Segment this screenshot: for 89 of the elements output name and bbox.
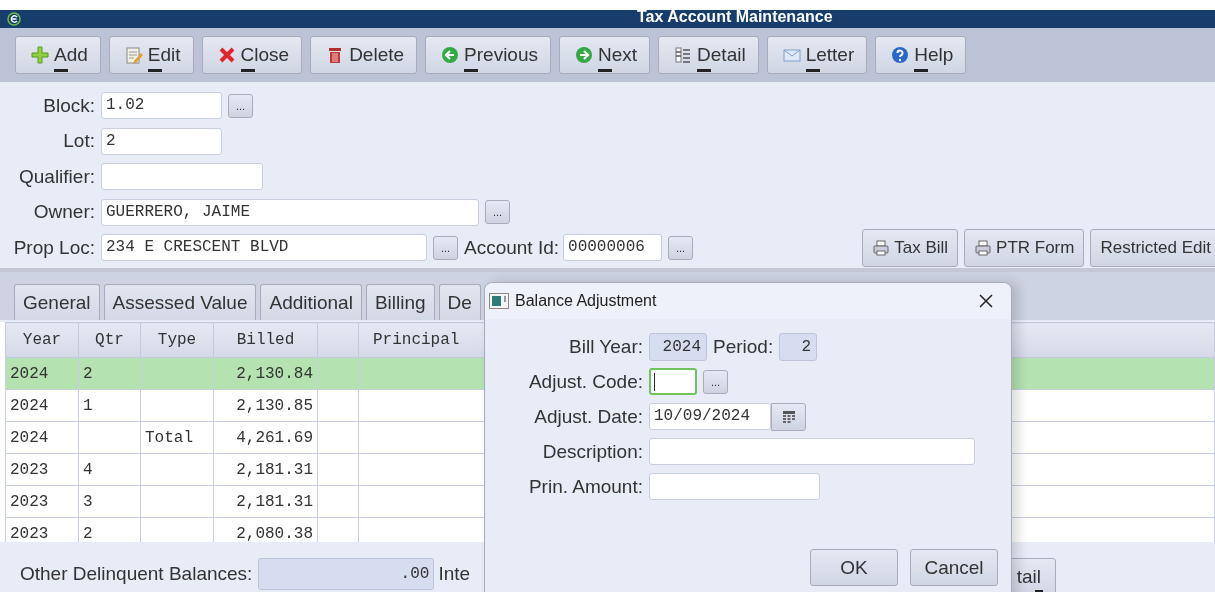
table-cell: 2024: [10, 428, 49, 447]
table-cell: 2,080.38: [236, 524, 313, 542]
column-header[interactable]: Qtr: [78, 322, 141, 358]
toolbar-button[interactable]: Letter: [766, 36, 868, 74]
notepad-icon: [124, 46, 143, 64]
help-icon: [891, 46, 910, 64]
table-cell: 2,130.85: [236, 396, 313, 415]
calendar-icon: [782, 410, 795, 423]
action-button[interactable]: Tax Bill: [862, 228, 959, 267]
prop-loc-field[interactable]: 234 E CRESCENT BLVD: [101, 234, 427, 262]
table-cell: 2,181.31: [236, 492, 313, 511]
period-field: 2: [779, 332, 818, 361]
close-icon[interactable]: [978, 293, 994, 309]
field-label: Qualifier:: [17, 165, 96, 188]
column-header[interactable]: Type: [140, 322, 214, 358]
field-label: Lot:: [62, 130, 96, 153]
tab[interactable]: General: [14, 284, 100, 320]
table-cell: 3: [83, 492, 93, 511]
action-button[interactable]: PTR Form: [964, 228, 1085, 267]
adjust-code-field[interactable]: [649, 368, 697, 395]
table-cell: 4: [83, 460, 93, 479]
table-cell: 2,181.31: [236, 460, 313, 479]
field-label: Adjust. Date:: [533, 405, 644, 428]
lookup-button[interactable]: ...: [668, 235, 694, 260]
field-label: Period:: [713, 335, 774, 358]
table-cell: Total: [145, 428, 193, 447]
toolbar-button[interactable]: Detail: [658, 36, 759, 74]
dialog-title: Balance Adjustment: [515, 292, 657, 310]
tab[interactable]: De: [438, 284, 481, 320]
right-arrow-icon: [575, 46, 593, 64]
field-label: Prop Loc:: [12, 236, 96, 259]
toolbar-button[interactable]: Help: [875, 36, 967, 74]
field-label: Description:: [541, 440, 644, 463]
field-label: Adjust. Code:: [527, 370, 644, 393]
tab[interactable]: Additional: [260, 284, 362, 320]
toolbar-button[interactable]: Close: [201, 36, 303, 74]
table-cell: 2024: [10, 396, 49, 415]
account-id-field[interactable]: 00000006: [563, 234, 663, 262]
description-field[interactable]: [649, 438, 975, 465]
field-label: Other Delinquent Balances:: [20, 562, 253, 585]
owner-field[interactable]: GUERRERO, JAIME: [101, 198, 479, 226]
table-cell: 4,261.69: [236, 428, 313, 447]
date-field[interactable]: 10/09/2024: [649, 403, 771, 430]
lot-field[interactable]: 2: [101, 127, 222, 155]
calendar-button[interactable]: [771, 402, 806, 431]
lookup-button[interactable]: ...: [485, 200, 510, 225]
field-label: Account Id:: [464, 236, 560, 259]
tab[interactable]: Assessed Value: [103, 284, 257, 320]
field-label: Inte: [438, 562, 471, 585]
lookup-button[interactable]: ...: [433, 235, 458, 260]
table-cell: 2023: [10, 492, 49, 511]
table-cell: 1: [83, 396, 93, 415]
amount-field[interactable]: [649, 473, 820, 500]
balance-field: .00: [258, 557, 435, 590]
qualifier-field[interactable]: [101, 163, 263, 191]
plus-icon: [31, 46, 49, 64]
table-cell: 2: [83, 524, 93, 542]
toolbar-button[interactable]: Previous: [425, 36, 551, 74]
field-label: Block:: [42, 94, 96, 117]
column-header[interactable]: Year: [5, 322, 79, 358]
toolbar-button[interactable]: Edit: [108, 36, 194, 74]
lookup-button[interactable]: ...: [703, 369, 728, 394]
block-field[interactable]: 1.02: [101, 92, 222, 120]
printer-icon: [872, 238, 891, 257]
dialog-button[interactable]: OK: [810, 549, 898, 586]
toolbar-button[interactable]: Next: [559, 36, 651, 74]
lookup-button[interactable]: ...: [228, 93, 253, 118]
bill-year-field: 2024: [649, 332, 707, 361]
table-cell: 2024: [10, 364, 49, 383]
toolbar-button[interactable]: Add: [15, 36, 101, 74]
window-icon: [489, 293, 509, 309]
printer-icon: [974, 238, 993, 257]
table-cell: 2023: [10, 460, 49, 479]
action-button[interactable]: Restricted Edit: [1090, 228, 1215, 267]
table-cell: 2,130.84: [236, 364, 313, 383]
toolbar-button[interactable]: Delete: [310, 36, 418, 74]
field-label: Prin. Amount:: [527, 475, 644, 498]
column-header[interactable]: Billed: [213, 322, 318, 358]
envelope-icon: [782, 46, 801, 64]
app-logo-icon: [7, 12, 21, 26]
list-icon: [674, 46, 693, 64]
window-title: Tax Account Maintenance: [637, 10, 833, 26]
tab[interactable]: Billing: [365, 284, 435, 320]
table-cell: 2023: [10, 524, 49, 542]
dialog-button[interactable]: Cancel: [910, 549, 998, 586]
table-cell: 2: [83, 364, 93, 383]
field-label: Owner:: [32, 201, 96, 224]
field-label: Bill Year:: [568, 335, 644, 358]
close-icon: [217, 46, 236, 64]
